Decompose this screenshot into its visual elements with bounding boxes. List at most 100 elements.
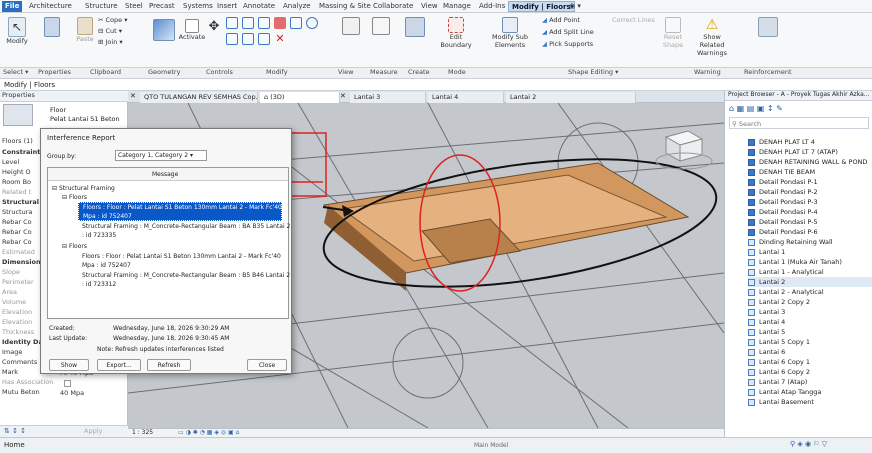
browser-item[interactable]: DENAH TIE BEAM [748, 167, 815, 177]
browser-item[interactable]: Detail Pondasi P-5 [748, 217, 818, 227]
tab-view[interactable]: View [418, 1, 441, 12]
tab-structure[interactable]: Structure [82, 1, 121, 12]
browser-item[interactable]: Lantai 1 (Muka Air Tanah) [748, 257, 842, 267]
activate-button[interactable]: Activate [178, 19, 206, 41]
active-model[interactable]: Main Model [474, 442, 508, 449]
modify-sub-elements-button[interactable]: Modify Sub Elements [480, 17, 540, 49]
browser-item[interactable]: Detail Pondasi P-6 [748, 227, 818, 237]
browser-item[interactable]: Detail Pondasi P-4 [748, 207, 818, 217]
tab-collaborate[interactable]: Collaborate [370, 1, 416, 12]
correct-lines-button[interactable]: Correct Lines [612, 16, 662, 24]
browser-item[interactable]: DENAH PLAT LT 7 (ATAP) [748, 147, 838, 157]
type-selector[interactable]: Pelat Lantai S1 Beton [50, 115, 120, 123]
browser-item[interactable]: Lantai 3 [748, 307, 785, 317]
modify-button[interactable]: ↖ Modify [4, 17, 30, 45]
tab-manage[interactable]: Manage [440, 1, 474, 12]
tab-steel[interactable]: Steel [122, 1, 146, 12]
tab-3d-view[interactable]: ⌂ (3D) [260, 92, 340, 103]
move-button[interactable]: ✥ [206, 19, 222, 34]
create-tools[interactable] [398, 17, 432, 37]
browser-search[interactable]: ⚲ Search [729, 117, 869, 129]
selected-interference-row[interactable]: Floors : Floor : Pelat Lantai S1 Beton 1… [78, 202, 282, 221]
browser-item[interactable]: Detail Pondasi P-2 [748, 187, 818, 197]
tab-lantai-2[interactable]: Lantai 2 [506, 92, 636, 103]
browser-item[interactable]: Detail Pondasi P-3 [748, 197, 818, 207]
tab-architecture[interactable]: Architecture [26, 1, 75, 12]
view-control-icons[interactable]: ▭ ◑ ✱ ◔ ▦ ◈ ◎ ▣ ⌂ [178, 429, 239, 436]
measure-button[interactable] [366, 17, 396, 35]
browser-item[interactable]: DENAH PLAT LT 4 [748, 137, 815, 147]
browser-item-selected[interactable]: Lantai 2 [748, 277, 872, 287]
add-split-line-button[interactable]: ◢ Add Split Line [542, 28, 594, 36]
tab-precast[interactable]: Precast [146, 1, 178, 12]
group-shape-editing-label[interactable]: Shape Editing ▾ [568, 68, 618, 76]
browser-item[interactable]: Lantai 1 [748, 247, 785, 257]
has-association-checkbox[interactable] [64, 380, 71, 387]
browser-item[interactable]: Lantai 2 - Analytical [748, 287, 824, 297]
browser-item[interactable]: Lantai 6 Copy 1 [748, 357, 810, 367]
list-item[interactable]: Structural Framing : M_Concrete-Rectangu… [82, 272, 290, 279]
file-menu[interactable]: File [2, 1, 23, 12]
browser-item[interactable]: Detail Pondasi P-1 [748, 177, 818, 187]
tab-annotate[interactable]: Annotate [240, 1, 278, 12]
browser-toolbar[interactable]: ⌂ ▦ ▤ ▣ ↕ ✎ [729, 104, 783, 113]
modify-tools[interactable]: ✕ [226, 17, 326, 45]
browser-item[interactable]: Lantai 2 Copy 2 [748, 297, 810, 307]
mutu-value[interactable]: 40 Mpa [60, 389, 84, 397]
tree-node-root[interactable]: ⊟ Structural Framing [52, 185, 115, 192]
tab-massing[interactable]: Massing & Site [316, 1, 374, 12]
add-point-button[interactable]: ◢ Add Point [542, 16, 580, 24]
browser-item[interactable]: Lantai 7 (Atap) [748, 377, 807, 387]
tab-modify-floors[interactable]: Modify | Floors [508, 1, 575, 12]
join-button[interactable]: ⊞ Join ▾ [98, 38, 123, 46]
interference-list[interactable]: Message ⊟ Structural Framing ⊟ Floors Fl… [47, 167, 290, 319]
tab-qto-view[interactable]: QTO TULANGAN REV SEMHAS Cop... [140, 92, 258, 103]
list-item[interactable]: Floors : Floor : Pelat Lantai S1 Beton 1… [82, 253, 281, 260]
tab-lantai-4[interactable]: Lantai 4 [428, 92, 504, 103]
close-button[interactable]: Close [247, 359, 287, 371]
select-dropdown[interactable]: Select ▾ [3, 68, 28, 76]
browser-item[interactable]: Lantai 6 [748, 347, 785, 357]
tree-node-floors-2[interactable]: ⊟ Floors [62, 243, 87, 250]
group-by-select[interactable]: Category 1, Category 2 ▾ [115, 150, 207, 161]
shape-editing-group: ◢ Add Point ◢ Add Split Line ◢ Pick Supp… [542, 16, 622, 48]
cut-button[interactable]: ⊟ Cut ▾ [98, 27, 122, 35]
browser-item[interactable]: DENAH RETAINING WALL & POND [748, 157, 867, 167]
apply-button[interactable]: Apply [84, 427, 102, 435]
browser-item[interactable]: Dinding Retaining Wall [748, 237, 833, 247]
export-button[interactable]: Export... [97, 359, 141, 371]
tab-analyze[interactable]: Analyze [280, 1, 314, 12]
show-related-warnings-button[interactable]: ⚠ Show Related Warnings [690, 17, 734, 57]
tree-node-floors[interactable]: ⊟ Floors [62, 194, 87, 201]
close-3d-tab-icon[interactable]: ✕ [340, 92, 346, 100]
tab-addins[interactable]: Add-Ins [476, 1, 508, 12]
refresh-button[interactable]: Refresh [147, 359, 191, 371]
cope-button[interactable]: ✂ Cope ▾ [98, 16, 128, 24]
tab-lantai-3[interactable]: Lantai 3 [350, 92, 426, 103]
reinforcement-tools[interactable] [750, 17, 786, 37]
context-extra-icon[interactable]: ◉ ▾ [566, 1, 584, 12]
browser-item[interactable]: Lantai 5 Copy 1 [748, 337, 810, 347]
tab-insert[interactable]: Insert [214, 1, 240, 12]
geometry-tools[interactable] [150, 19, 178, 41]
browser-item[interactable]: Lantai 4 [748, 317, 785, 327]
close-tab-icon[interactable]: ✕ [130, 92, 136, 100]
reset-shape-button[interactable]: Reset Shape [660, 17, 686, 49]
prop-row-mutu[interactable]: Mutu Beton 40 Mpa [0, 388, 128, 399]
pick-supports-button[interactable]: ◢ Pick Supports [542, 40, 593, 48]
paste-button[interactable]: Paste [74, 17, 96, 43]
browser-item[interactable]: Lantai Basement [748, 397, 814, 407]
browser-item[interactable]: Lantai Atap Tangga [748, 387, 821, 397]
view-tools[interactable] [336, 17, 366, 35]
list-item[interactable]: Structural Framing : M_Concrete-Rectangu… [82, 223, 290, 230]
sort-icon[interactable]: ⇅ ↕ ↕ [4, 427, 26, 435]
tab-systems[interactable]: Systems [180, 1, 216, 12]
edit-boundary-button[interactable]: Edit Boundary [438, 17, 474, 49]
properties-button[interactable] [40, 17, 64, 37]
browser-item[interactable]: Lantai 5 [748, 327, 785, 337]
view-scale[interactable]: 1 : 325 [132, 429, 153, 436]
status-filter-icons[interactable]: ⚲ ◈ ◉ ⚐ ▽ [790, 440, 827, 448]
browser-item[interactable]: Lantai 1 - Analytical [748, 267, 824, 277]
browser-item[interactable]: Lantai 6 Copy 2 [748, 367, 810, 377]
show-button[interactable]: Show [49, 359, 89, 371]
